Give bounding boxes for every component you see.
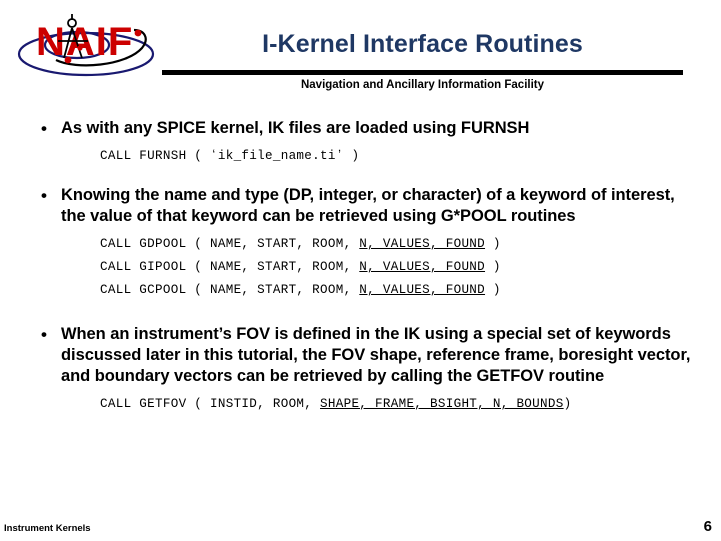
- naif-logo-wordmark: NAIF: [36, 20, 133, 64]
- code-line: CALL GIPOOL ( NAME, START, ROOM, N, VALU…: [100, 256, 721, 279]
- code-tail: ): [485, 283, 501, 297]
- orbit-dot-left: [64, 56, 72, 64]
- code-tail: ): [563, 397, 572, 411]
- orbit-dot-center: [77, 45, 83, 51]
- code-output-args: N, VALUES, FOUND: [359, 237, 486, 251]
- code-block-pool: CALL GDPOOL ( NAME, START, ROOM, N, VALU…: [0, 227, 721, 302]
- bullet-block-3: • When an instrument’s FOV is defined in…: [0, 324, 721, 416]
- code-line: CALL GDPOOL ( NAME, START, ROOM, N, VALU…: [100, 233, 721, 256]
- orbit-dot-right: [134, 29, 142, 37]
- code-line: CALL FURNSH ( ʻik_file_name.tiʼ ): [100, 145, 721, 168]
- code-block-getfov: CALL GETFOV ( INSTID, ROOM, SHAPE, FRAME…: [0, 387, 721, 416]
- code-output-args: N, VALUES, FOUND: [359, 283, 486, 297]
- code-plain: CALL GETFOV ( INSTID, ROOM,: [100, 397, 321, 411]
- code-tail: ): [485, 237, 501, 251]
- code-output-args: N, VALUES, FOUND: [359, 260, 486, 274]
- code-line: CALL GCPOOL ( NAME, START, ROOM, N, VALU…: [100, 279, 721, 302]
- code-block-furnsh: CALL FURNSH ( ʻik_file_name.tiʼ ): [0, 139, 721, 168]
- bullet-marker: •: [41, 119, 47, 138]
- code-line: CALL GETFOV ( INSTID, ROOM, SHAPE, FRAME…: [100, 393, 721, 416]
- code-plain: CALL GDPOOL ( NAME, START, ROOM,: [100, 237, 360, 251]
- code-plain: CALL GCPOOL ( NAME, START, ROOM,: [100, 283, 360, 297]
- footer-section-label: Instrument Kernels: [4, 523, 91, 534]
- bullet-text: When an instrument’s FOV is defined in t…: [61, 325, 691, 385]
- bullet-text: Knowing the name and type (DP, integer, …: [61, 186, 675, 225]
- header-subtitle: Navigation and Ancillary Information Fac…: [300, 79, 545, 91]
- naif-logo: NAIF: [14, 8, 174, 84]
- bullet-item-1: • As with any SPICE kernel, IK files are…: [0, 118, 721, 139]
- code-tail: ): [485, 260, 501, 274]
- bullet-item-3: • When an instrument’s FOV is defined in…: [0, 324, 721, 387]
- code-plain: CALL GIPOOL ( NAME, START, ROOM,: [100, 260, 360, 274]
- bullet-item-2: • Knowing the name and type (DP, integer…: [0, 185, 721, 227]
- naif-logo-graphic: NAIF: [17, 14, 155, 77]
- code-plain: CALL FURNSH ( ʻik_file_name.tiʼ ): [100, 149, 360, 163]
- bullet-marker: •: [41, 325, 47, 344]
- footer-page-number: 6: [703, 518, 712, 535]
- page-title: I-Kernel Interface Routines: [262, 30, 583, 58]
- bullet-block-1: • As with any SPICE kernel, IK files are…: [0, 118, 721, 168]
- bullet-block-2: • Knowing the name and type (DP, integer…: [0, 185, 721, 302]
- slide-body: • As with any SPICE kernel, IK files are…: [0, 118, 721, 416]
- code-output-args: SHAPE, FRAME, BSIGHT, N, BOUNDS: [320, 397, 564, 411]
- header-divider: [162, 70, 683, 75]
- slide-header: NAIF I-Kernel Interface Routines Navigat…: [0, 0, 721, 100]
- bullet-text: As with any SPICE kernel, IK files are l…: [61, 119, 530, 137]
- bullet-marker: •: [41, 186, 47, 205]
